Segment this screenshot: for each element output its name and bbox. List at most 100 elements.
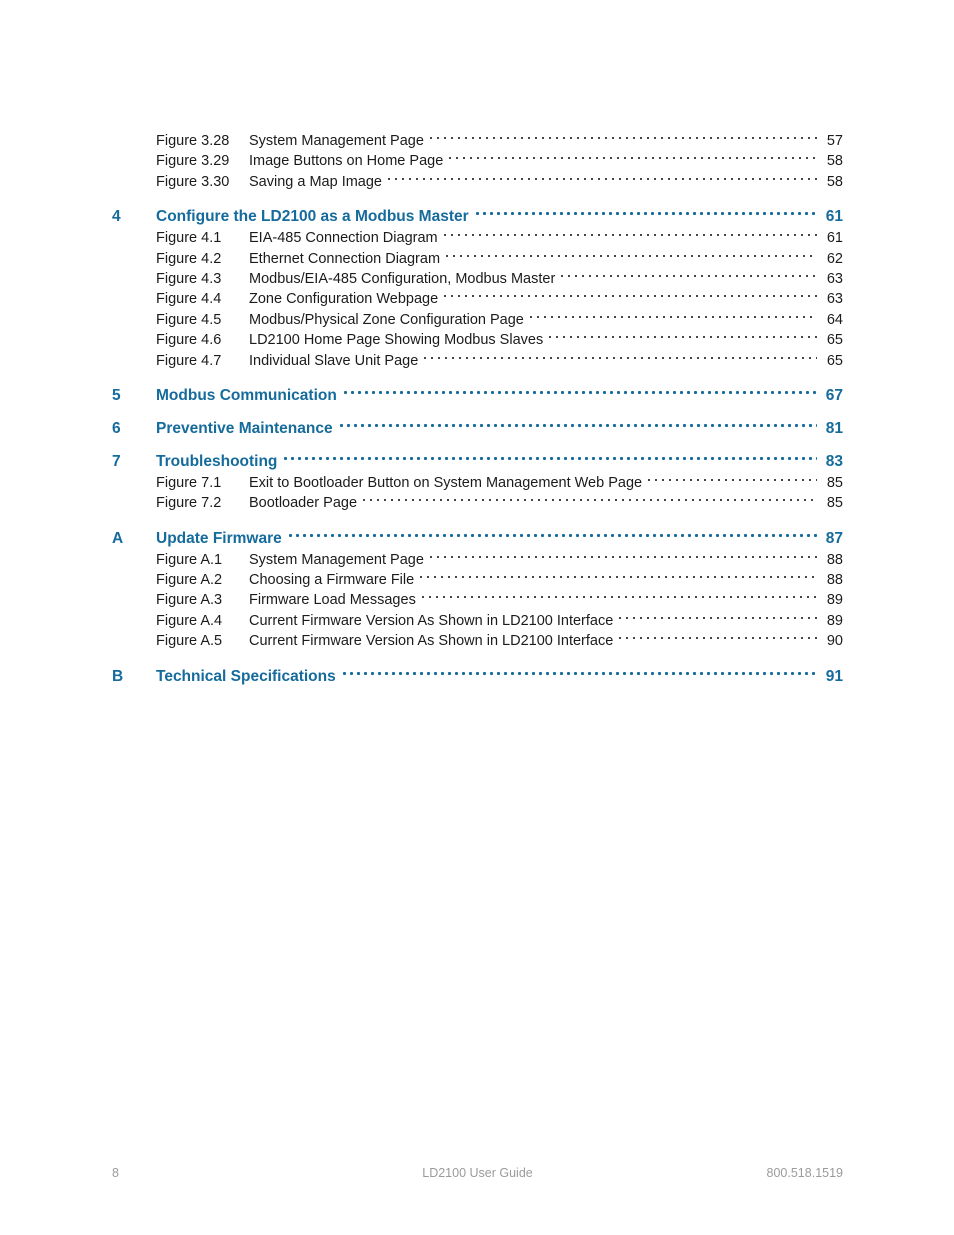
leader-dots (475, 203, 817, 218)
toc-section-title: Troubleshooting (156, 452, 278, 470)
leader-dots (529, 307, 817, 321)
leader-dots (284, 448, 817, 463)
document-page: Figure 3.28 System Management Page 57 Figur… (0, 0, 954, 1235)
toc-figure-page: 64 (826, 311, 843, 328)
toc-figure-row[interactable]: Figure 4.7 Individual Slave Unit Page 65 (112, 351, 843, 371)
toc-section-number: A (112, 529, 124, 547)
toc-section-page: 87 (825, 529, 843, 547)
leader-dots (619, 608, 817, 622)
toc-figure-label: Figure A.2 (156, 572, 223, 589)
leader-dots (648, 470, 817, 484)
toc-figure-page: 85 (826, 474, 843, 491)
toc-figure-name: System Management Page (249, 551, 424, 568)
toc-figure-page: 58 (826, 173, 843, 190)
toc-section-title: Modbus Communication (156, 386, 337, 404)
toc-figure-name: Zone Configuration Webpage (249, 291, 439, 308)
toc-figure-name: Current Firmware Version As Shown in LD2… (249, 612, 614, 629)
toc-figure-page: 62 (826, 250, 843, 267)
leader-dots (444, 286, 817, 300)
footer-running-title: LD2100 User Guide (422, 1166, 533, 1180)
toc-section-page: 81 (825, 419, 843, 437)
leader-dots (424, 348, 817, 362)
toc-figure-page: 89 (826, 592, 843, 609)
toc-figure-entry: Current Firmware Version As Shown in LD2… (249, 631, 843, 651)
toc-figure-name: System Management Page (249, 133, 424, 149)
leader-dots (420, 567, 817, 581)
toc-section-number: 4 (112, 208, 121, 226)
toc-section-row[interactable]: B Technical Specifications 91 (112, 666, 843, 686)
toc-figure-label: Figure A.1 (156, 551, 223, 568)
toc-figure-entry: Individual Slave Unit Page 65 (249, 351, 843, 371)
toc-figure-page: 65 (826, 332, 843, 349)
table-of-contents-figures: Figure 3.28 System Management Page 57 Figur… (112, 131, 843, 686)
toc-section-number: 5 (112, 386, 121, 404)
toc-section-page: 61 (825, 208, 843, 226)
toc-figure-row[interactable]: Figure 7.2 Bootloader Page 85 (112, 493, 843, 513)
toc-section-row[interactable]: 7 Troubleshooting 83 (112, 451, 843, 471)
toc-figure-label: Figure 4.3 (156, 270, 222, 287)
footer-phone: 800.518.1519 (766, 1166, 843, 1180)
toc-figure-page: 85 (826, 495, 843, 512)
leader-dots (343, 382, 817, 397)
toc-figure-name: EIA-485 Connection Diagram (249, 230, 438, 247)
toc-figure-page: 88 (826, 572, 843, 589)
toc-section-title: Technical Specifications (156, 667, 336, 685)
toc-figure-page: 90 (826, 633, 843, 650)
toc-figure-name: Current Firmware Version As Shown in LD2… (249, 633, 614, 650)
toc-section-number: 7 (112, 452, 121, 470)
toc-figure-page: 58 (826, 153, 843, 170)
toc-section-number: 6 (112, 419, 121, 437)
toc-figure-page: 61 (826, 230, 843, 247)
toc-section-number: B (112, 667, 124, 685)
toc-figure-name: Modbus/Physical Zone Configuration Page (249, 311, 524, 328)
leader-dots (549, 327, 817, 341)
leader-dots (339, 415, 817, 430)
toc-figure-name: Saving a Map Image (249, 173, 382, 190)
leader-dots (429, 128, 817, 142)
toc-figure-label: Figure A.3 (156, 592, 223, 609)
toc-figure-label: Figure A.4 (156, 612, 223, 629)
toc-figure-label: Figure 3.29 (156, 153, 230, 170)
toc-figure-label: Figure 3.28 (156, 133, 230, 149)
leader-dots (443, 225, 817, 239)
leader-dots (388, 169, 817, 183)
toc-section-row[interactable]: 4 Configure the LD2100 as a Modbus Master… (112, 206, 843, 226)
leader-dots (449, 148, 817, 162)
toc-figure-label: Figure 3.30 (156, 173, 230, 190)
leader-dots (288, 525, 817, 540)
toc-figure-label: Figure A.5 (156, 633, 223, 650)
toc-figure-row[interactable]: Figure 3.30 Saving a Map Image 58 (112, 172, 843, 192)
toc-figure-label: Figure 4.5 (156, 311, 222, 328)
toc-section-title: Update Firmware (156, 529, 282, 547)
toc-figure-page: 63 (826, 270, 843, 287)
toc-section-row[interactable]: A Update Firmware 87 (112, 528, 843, 548)
toc-section-row[interactable]: 6 Preventive Maintenance 81 (112, 418, 843, 438)
toc-figure-page: 89 (826, 612, 843, 629)
toc-figure-label: Figure 4.4 (156, 291, 222, 308)
toc-figure-page: 57 (826, 133, 843, 149)
toc-figure-page: 65 (826, 352, 843, 369)
toc-section-row[interactable]: 5 Modbus Communication 67 (112, 385, 843, 405)
toc-figure-name: Ethernet Connection Diagram (249, 250, 441, 267)
toc-figure-entry: Bootloader Page 85 (249, 493, 843, 513)
page-footer: 8 LD2100 User Guide 800.518.1519 (112, 1164, 843, 1182)
leader-dots (421, 587, 817, 601)
leader-dots (619, 628, 817, 642)
toc-figure-name: Individual Slave Unit Page (249, 352, 419, 369)
leader-dots (363, 490, 817, 504)
toc-figure-row[interactable]: Figure A.5 Current Firmware Version As Sh… (112, 631, 843, 651)
toc-figure-label: Figure 7.2 (156, 495, 222, 512)
toc-section-page: 91 (825, 667, 843, 685)
leader-dots (342, 663, 817, 678)
toc-section-page: 67 (825, 386, 843, 404)
toc-section-title: Configure the LD2100 as a Modbus Master (156, 208, 469, 226)
toc-section-page: 83 (825, 452, 843, 470)
toc-figure-label: Figure 4.6 (156, 332, 222, 349)
toc-figure-name: Choosing a Firmware File (249, 572, 415, 589)
toc-figure-name: Bootloader Page (249, 495, 358, 512)
leader-dots (561, 266, 817, 280)
toc-figure-label: Figure 4.2 (156, 250, 222, 267)
toc-figure-label: Figure 7.1 (156, 474, 222, 491)
toc-figure-label: Figure 4.7 (156, 352, 222, 369)
toc-section-title: Preventive Maintenance (156, 419, 333, 437)
